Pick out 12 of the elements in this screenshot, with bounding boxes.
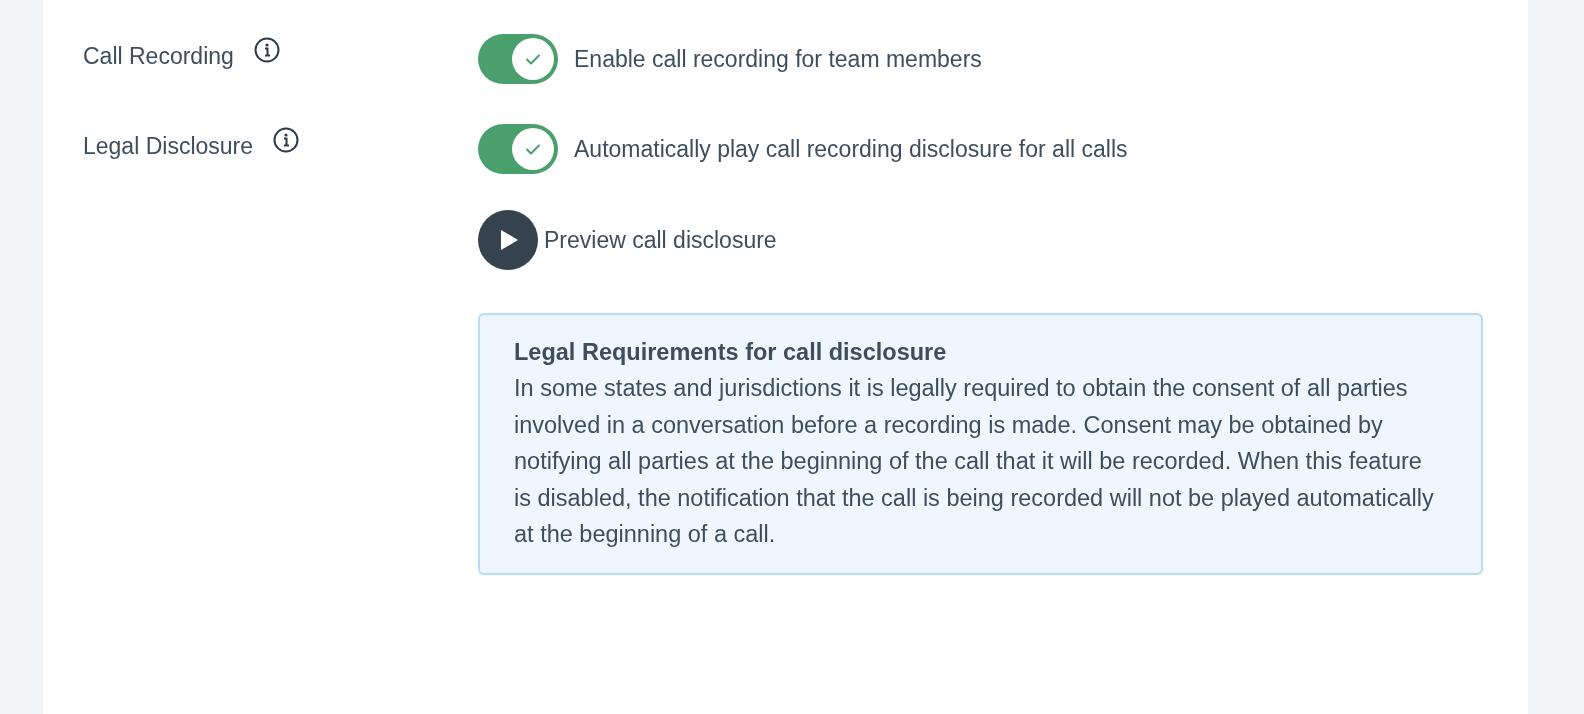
preview-label: Preview call disclosure (544, 226, 777, 254)
setting-label: Call Recording (83, 43, 234, 70)
play-button[interactable] (478, 210, 538, 270)
setting-label: Legal Disclosure (83, 133, 254, 160)
info-icon[interactable] (273, 127, 300, 153)
notice-text: In some states and jurisdictions it is legally required to obtain the consent of all parties involved in a conversation before a recording is made. Consent may be obtained by notifying all parties at the beginning of the call that it will be recorded. When this feature is disabled, the notification that the call is being recorded will not be played automatically at the beginning of a call. (514, 374, 1435, 549)
toggle-label: Automatically play call recording disclosure for all calls (574, 135, 1128, 163)
notice-title: Legal Requirements for call disclosure (514, 339, 948, 366)
info-icon[interactable] (253, 37, 280, 63)
toggle-label: Enable call recording for team members (574, 45, 982, 73)
toggle-switch[interactable] (478, 34, 558, 84)
toggle-switch[interactable] (478, 124, 558, 174)
